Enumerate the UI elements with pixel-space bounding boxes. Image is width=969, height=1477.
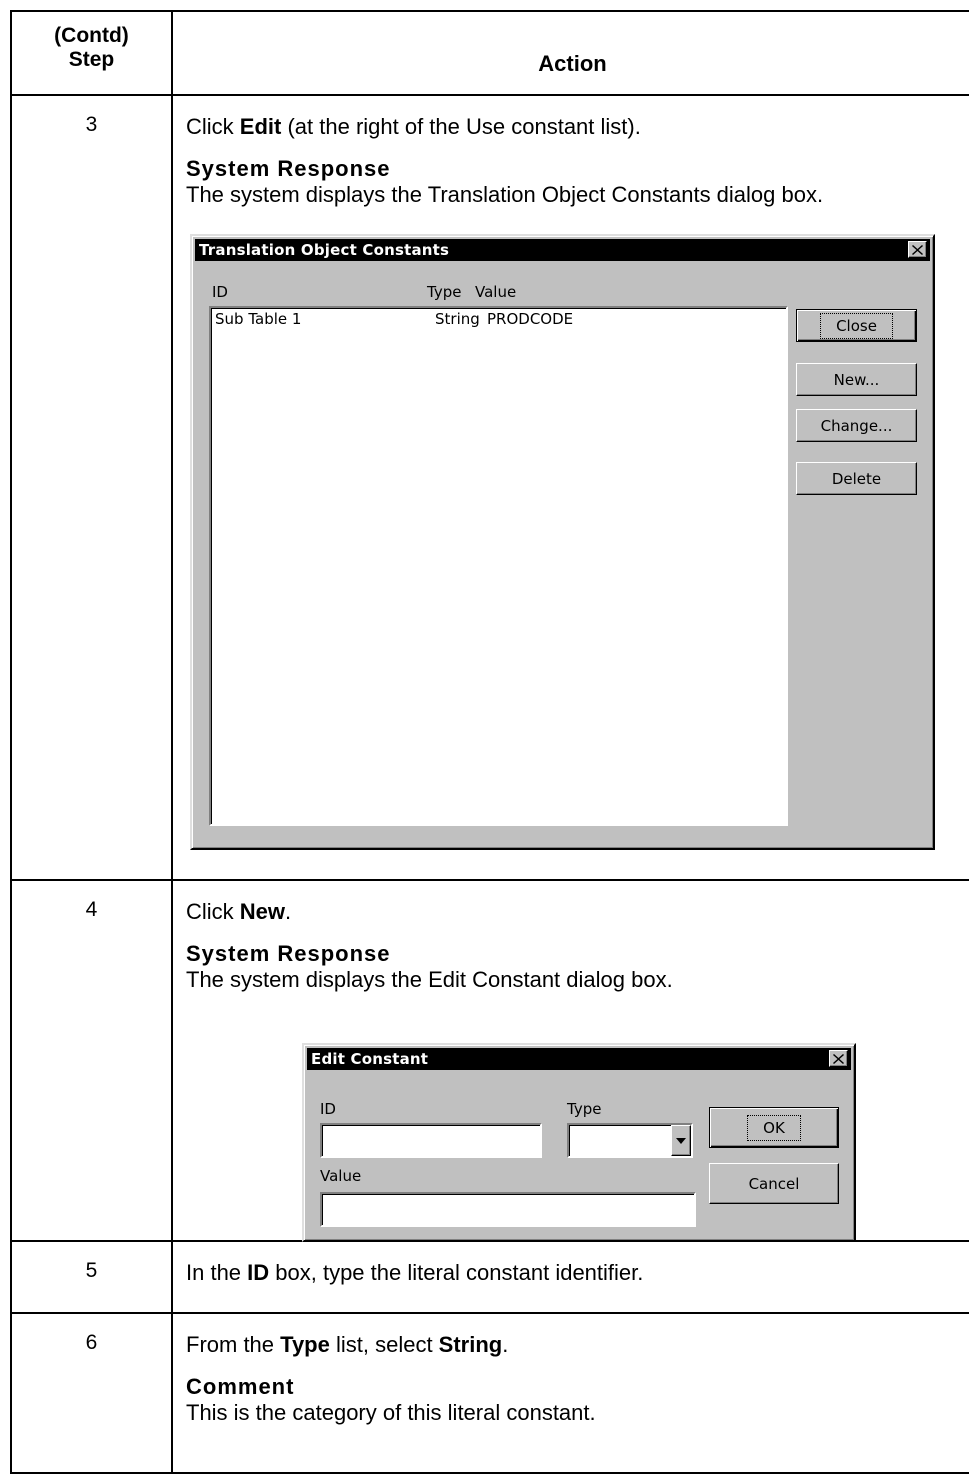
translation-object-constants-dialog: Translation Object Constants ID Type Val… [190, 234, 935, 850]
comment-text: This is the category of this literal con… [186, 1400, 596, 1425]
action-cell: In the ID box, type the literal constant… [173, 1242, 969, 1312]
table-header-row: (Contd) Step Action [10, 10, 969, 96]
column-header-id: ID [212, 283, 228, 301]
action-cell: From the Type list, select String. Comme… [173, 1314, 969, 1472]
change-button[interactable]: Change... [796, 409, 917, 442]
response-text: The system displays the Translation Obje… [186, 182, 824, 207]
instruction: From the Type list, select String. [186, 1332, 509, 1357]
instruction: Click Edit (at the right of the Use cons… [186, 114, 641, 139]
column-header-type: Type [427, 283, 462, 301]
type-label: Type [567, 1100, 602, 1118]
new-button[interactable]: New... [796, 363, 917, 396]
response-heading: System Response [186, 941, 391, 966]
comment-heading: Comment [186, 1374, 295, 1399]
constant-value: PRODCODE [487, 310, 574, 328]
list-item[interactable]: Sub Table 1 String PRODCODE [215, 310, 782, 328]
step-number: 6 [12, 1314, 173, 1472]
dialog-title: Edit Constant [311, 1050, 429, 1068]
dropdown-arrow-icon[interactable] [671, 1125, 691, 1156]
close-icon[interactable] [908, 241, 927, 258]
instruction: Click New. [186, 899, 292, 924]
column-header-value: Value [475, 283, 517, 301]
constant-type: String [435, 310, 480, 328]
value-label: Value [320, 1167, 362, 1185]
dialog-titlebar: Edit Constant [307, 1048, 851, 1070]
step-column-header: (Contd) Step [12, 12, 173, 94]
id-label: ID [320, 1100, 336, 1118]
ok-button[interactable]: OK [709, 1107, 839, 1148]
dialog-title: Translation Object Constants [199, 241, 450, 259]
table-row-step-6: 6 From the Type list, select String. Com… [10, 1314, 969, 1474]
close-button[interactable]: Close [796, 309, 917, 342]
step-header-line1: (Contd) [54, 24, 129, 47]
response-text: The system displays the Edit Constant di… [186, 967, 673, 992]
close-icon[interactable] [829, 1050, 848, 1067]
step-header-line2: Step [68, 48, 115, 71]
response-heading: System Response [186, 156, 391, 181]
step-number: 4 [12, 881, 173, 1240]
instruction: In the ID box, type the literal constant… [186, 1260, 644, 1285]
step-number: 3 [12, 96, 173, 879]
type-select[interactable] [567, 1123, 693, 1158]
constant-id: Sub Table 1 [215, 310, 302, 328]
dialog-titlebar: Translation Object Constants [195, 239, 930, 261]
action-column-header: Action [538, 51, 607, 76]
edit-constant-dialog: Edit Constant ID Type Value OK Cancel [302, 1043, 856, 1242]
step-number: 5 [12, 1242, 173, 1312]
edit-button-ref: Edit [239, 114, 282, 139]
id-field[interactable] [320, 1123, 542, 1158]
delete-button[interactable]: Delete [796, 462, 917, 495]
table-row-step-5: 5 In the ID box, type the literal consta… [10, 1242, 969, 1314]
value-field[interactable] [320, 1192, 696, 1227]
cancel-button[interactable]: Cancel [709, 1163, 839, 1204]
constants-list[interactable]: Sub Table 1 String PRODCODE [209, 306, 788, 826]
